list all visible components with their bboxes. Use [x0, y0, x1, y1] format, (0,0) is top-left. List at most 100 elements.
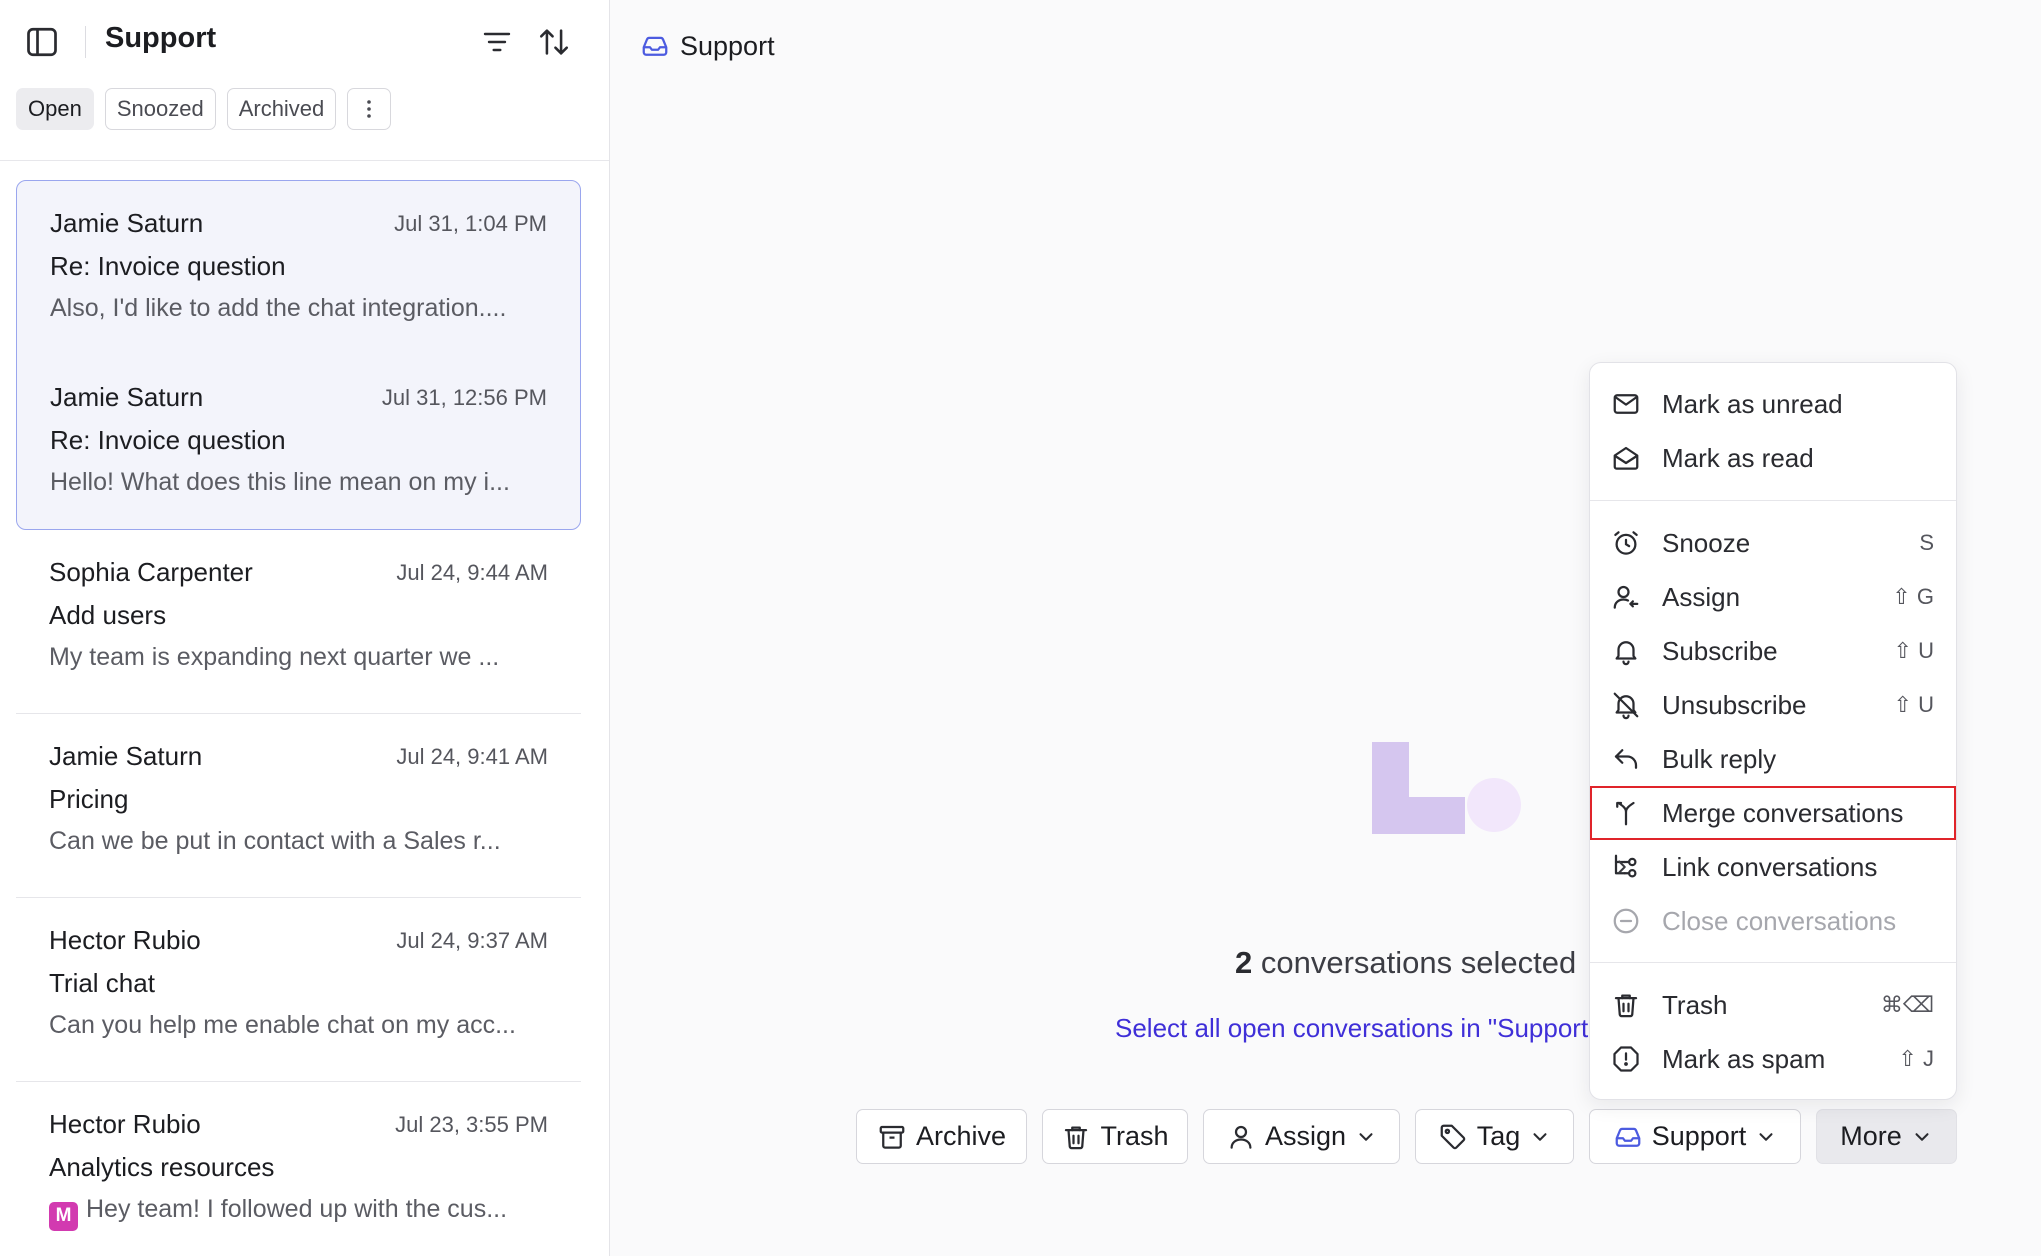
- menu-item-close-conversations[interactable]: Close conversations: [1590, 894, 1956, 948]
- menu-item-mark-unread[interactable]: Mark as unread: [1590, 377, 1956, 431]
- inbox-select-button[interactable]: Support: [1589, 1109, 1801, 1164]
- reply-icon: [1611, 744, 1641, 774]
- sort-icon[interactable]: [537, 25, 571, 59]
- conversation-subject: Pricing: [49, 784, 129, 814]
- menu-item-bulk-reply[interactable]: Bulk reply: [1590, 732, 1956, 786]
- select-all-link[interactable]: Select all open conversations in "Suppor…: [1115, 1013, 1590, 1044]
- conversation-preview: Also, I'd like to add the chat integrati…: [50, 294, 507, 322]
- menu-label: Merge conversations: [1662, 797, 1904, 828]
- sidebar-toggle-icon[interactable]: [24, 24, 60, 60]
- keyboard-shortcut: ⇧ U: [1893, 692, 1934, 717]
- menu-label: Mark as unread: [1662, 388, 1843, 419]
- contact-name: Jamie Saturn: [50, 208, 204, 238]
- conversation-item[interactable]: Hector Rubio Jul 24, 9:37 AM Trial chat …: [16, 898, 581, 1082]
- user-assign-icon: [1611, 582, 1641, 612]
- menu-label: Close conversations: [1662, 905, 1897, 936]
- conversation-item[interactable]: Sophia Carpenter Jul 24, 9:44 AM Add use…: [16, 530, 581, 714]
- conversation-time: Jul 31, 1:04 PM: [394, 211, 547, 236]
- keyboard-shortcut: S: [1919, 530, 1934, 555]
- trash-icon: [1061, 1122, 1091, 1152]
- user-icon: [1226, 1122, 1256, 1152]
- more-label: More: [1840, 1121, 1902, 1151]
- menu-item-trash[interactable]: Trash ⌘⌫: [1590, 978, 1956, 1032]
- conversation-subject: Trial chat: [49, 968, 155, 998]
- menu-item-snooze[interactable]: Snooze S: [1590, 516, 1956, 570]
- menu-label: Bulk reply: [1662, 743, 1777, 774]
- minus-circle-icon: [1611, 906, 1641, 936]
- conversation-subject: Analytics resources: [49, 1152, 275, 1182]
- menu-item-mark-read[interactable]: Mark as read: [1590, 431, 1956, 485]
- assign-label: Assign: [1264, 1121, 1347, 1151]
- kebab-menu-icon: [357, 97, 381, 121]
- conversation-time: Jul 23, 3:55 PM: [395, 1112, 548, 1137]
- menu-item-unsubscribe[interactable]: Unsubscribe ⇧ U: [1590, 678, 1956, 732]
- menu-item-subscribe[interactable]: Subscribe ⇧ U: [1590, 624, 1956, 678]
- tag-button[interactable]: Tag: [1415, 1109, 1574, 1164]
- conversation-preview: M Hey team! I followed up with the cus...: [49, 1195, 507, 1231]
- bell-icon: [1611, 636, 1641, 666]
- conversation-subject: Add users: [49, 600, 167, 630]
- menu-label: Assign: [1662, 581, 1741, 612]
- inbox-select-label: Support: [1651, 1121, 1747, 1151]
- tab-archived[interactable]: Archived: [226, 88, 337, 130]
- chevron-down-icon: [1355, 1126, 1377, 1148]
- inbox-icon: [640, 31, 670, 61]
- menu-label: Subscribe: [1662, 635, 1778, 666]
- menu-item-merge-conversations[interactable]: Merge conversations: [1590, 786, 1956, 840]
- conversation-item[interactable]: Jamie Saturn Jul 24, 9:41 AM Pricing Can…: [16, 714, 581, 898]
- conversation-item[interactable]: Jamie Saturn Jul 31, 12:56 PM Re: Invoic…: [17, 355, 580, 529]
- keyboard-shortcut: ⇧ G: [1892, 584, 1934, 609]
- selected-count-text: conversations selected: [1260, 945, 1577, 980]
- selected-count-number: 2: [1235, 945, 1253, 980]
- more-button[interactable]: More: [1816, 1109, 1957, 1164]
- conversation-preview: Hello! What does this line mean on my i.…: [50, 468, 510, 496]
- contact-name: Hector Rubio: [49, 1109, 201, 1139]
- menu-label: Link conversations: [1662, 851, 1878, 882]
- keyboard-shortcut: ⌘⌫: [1880, 992, 1934, 1017]
- trash-button[interactable]: Trash: [1042, 1109, 1188, 1164]
- menu-label: Trash: [1662, 989, 1728, 1020]
- conversation-preview-text: Hey team! I followed up with the cus...: [86, 1195, 508, 1223]
- menu-item-assign[interactable]: Assign ⇧ G: [1590, 570, 1956, 624]
- envelope-open-icon: [1611, 443, 1641, 473]
- contact-name: Jamie Saturn: [50, 382, 204, 412]
- spam-warning-icon: [1611, 1044, 1641, 1074]
- empty-state-illustration: [1372, 742, 1521, 834]
- conversation-list: Jamie Saturn Jul 31, 1:04 PM Re: Invoice…: [16, 180, 581, 1256]
- tab-snoozed[interactable]: Snoozed: [104, 88, 216, 130]
- more-tabs-button[interactable]: [347, 88, 392, 130]
- menu-item-link-conversations[interactable]: Link conversations: [1590, 840, 1956, 894]
- main-title: Support: [680, 30, 775, 61]
- conversation-preview: Can you help me enable chat on my acc...: [49, 1011, 516, 1039]
- menu-label: Unsubscribe: [1662, 689, 1807, 720]
- inbox-icon: [1613, 1122, 1643, 1152]
- archive-label: Archive: [915, 1121, 1007, 1151]
- header-divider: [85, 26, 86, 58]
- chevron-down-icon: [1529, 1126, 1551, 1148]
- keyboard-shortcut: ⇧ J: [1898, 1046, 1934, 1071]
- conversation-sidebar: Support Open Snoozed Archived Jamie Satu…: [0, 0, 610, 1256]
- tab-open[interactable]: Open: [16, 88, 94, 130]
- conversation-subject: Re: Invoice question: [50, 251, 286, 281]
- contact-name: Jamie Saturn: [49, 741, 203, 771]
- menu-label: Mark as read: [1662, 442, 1814, 473]
- envelope-icon: [1611, 389, 1641, 419]
- conversation-time: Jul 24, 9:37 AM: [396, 928, 548, 953]
- assign-button[interactable]: Assign: [1203, 1109, 1400, 1164]
- trash-icon: [1611, 990, 1641, 1020]
- archive-button[interactable]: Archive: [856, 1109, 1027, 1164]
- menu-divider: [1590, 500, 1956, 501]
- menu-item-mark-spam[interactable]: Mark as spam ⇧ J: [1590, 1032, 1956, 1086]
- menu-label: Snooze: [1662, 527, 1751, 558]
- tag-label: Tag: [1476, 1121, 1521, 1151]
- tag-icon: [1438, 1122, 1468, 1152]
- conversation-time: Jul 24, 9:41 AM: [396, 744, 548, 769]
- conversation-item[interactable]: Jamie Saturn Jul 31, 1:04 PM Re: Invoice…: [17, 181, 580, 355]
- merge-icon: [1611, 798, 1641, 828]
- chevron-down-icon: [1911, 1126, 1933, 1148]
- chevron-right-icon: [1611, 856, 1633, 878]
- mailbox-badge: M: [49, 1201, 78, 1231]
- conversation-item[interactable]: Hector Rubio Jul 23, 3:55 PM Analytics r…: [16, 1082, 581, 1256]
- contact-name: Hector Rubio: [49, 925, 201, 955]
- filter-icon[interactable]: [481, 26, 513, 58]
